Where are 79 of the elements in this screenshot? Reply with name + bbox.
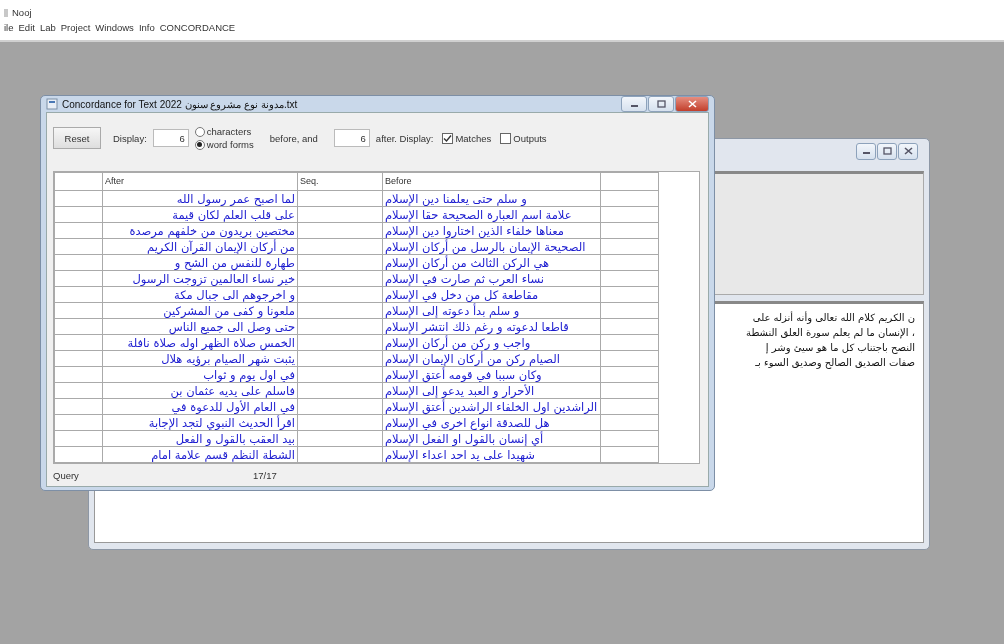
menu-item[interactable]: Edit (18, 22, 35, 33)
checkbox[interactable] (442, 132, 454, 144)
table-cell: و اخرجوهم الى جبال مكة (102, 286, 298, 303)
close-icon (902, 146, 914, 156)
check-icon (443, 133, 453, 143)
text-line: ن الكريم كلام الله تعالى وأنه أنزله على (752, 310, 915, 325)
after-label: after. Display: (375, 132, 434, 144)
table-cell: وكان سببا في قومه أعتق الإسلام (382, 366, 601, 383)
table-cell: قاطعا لدعوته و رغم ذلك انتشر الإسلام (382, 318, 601, 335)
close-button[interactable] (675, 96, 709, 112)
table-cell: لما اصبح عمر رسول الله (102, 190, 298, 207)
table-cell: على قلب العلم لكان قيمة (102, 206, 298, 223)
table-cell: هل للصدقة انواع اخرى في الإسلام (382, 414, 601, 431)
before-label: before, and (269, 132, 318, 144)
table-cell: معناها خلفاء الذين اختاروا دين الإسلام (382, 222, 601, 239)
status-label: Query (53, 469, 80, 481)
maximize-button[interactable] (648, 96, 674, 112)
table-cell: و سلم بدأ دعوته إلى الإسلام (382, 302, 601, 319)
radio-option[interactable]: characters (194, 126, 254, 137)
checkbox-option[interactable]: Outputs (500, 132, 547, 144)
column-header[interactable]: Seq. (297, 172, 383, 191)
window-icon (46, 98, 58, 110)
table-cell: الصحيحة الإيمان بالرسل من أركان الإسلام (382, 238, 601, 255)
table-cell: حتى وصل الى جميع الناس (102, 318, 298, 335)
display-label: Display: (113, 132, 147, 144)
menu-item[interactable]: Windows (95, 22, 134, 33)
table-cell: واجب و ركن من أركان الإسلام (382, 334, 601, 351)
table-cell: مقاطعة كل من دخل في الإسلام (382, 286, 601, 303)
table-cell: الراشدين اول الخلفاء الراشدين أعتق الإسلام (382, 398, 601, 415)
radio-button[interactable] (194, 126, 205, 137)
maximize-button[interactable] (877, 142, 897, 160)
table-cell: و سلم حتى يعلمنا دين الإسلام (382, 190, 601, 207)
before-count-field[interactable]: 6 (152, 129, 189, 147)
reset-button[interactable]: Reset (53, 127, 101, 149)
menu-item[interactable]: ile (4, 22, 14, 33)
app-title: Nooj (12, 7, 32, 18)
table-cell: مختصين بريدون من خلفهم مرصدة (102, 222, 298, 239)
column-header[interactable]: After (102, 172, 298, 191)
table-cell: طهارة للنفس من الشح و (102, 254, 298, 271)
table-cell: خير نساء العالمين تزوجت الرسول (102, 270, 298, 287)
table-cell: بيد العقب بالقول و الفعل (102, 430, 298, 447)
minimize-button[interactable] (856, 142, 876, 160)
menu-item[interactable]: Project (60, 22, 91, 33)
table-cell: يثبت شهر الصيام برؤيه هلال (102, 350, 298, 367)
table-cell: هي الركن الثالث من أركان الإسلام (382, 254, 601, 271)
table-cell: من أركان الإيمان القرآن الكريم (102, 238, 298, 255)
table-cell: الخمس صلاة الظهر اوله صلاة نافلة (102, 334, 298, 351)
checkbox-option[interactable]: Matches (442, 132, 492, 144)
table-cell: نساء العرب ثم صارت في الإسلام (382, 270, 601, 287)
close-icon (686, 99, 698, 109)
table-cell: الشطة النظم قسم علامة امام (102, 446, 298, 463)
maximize-icon (881, 146, 893, 156)
table-cell: ملعونا و كفى من المشركين (102, 302, 298, 319)
text-line: صفات الصديق الصالح وصديق السوء بـ (755, 356, 915, 370)
radio-button[interactable] (194, 139, 205, 150)
table-cell: أي إنسان بالقول او الفعل الإسلام (382, 430, 601, 447)
window-title: Concordance for Text 2022 مدونة نوع مشروع سنون.txt (62, 98, 299, 110)
radio-option[interactable]: word forms (194, 139, 254, 150)
table-cell: شهيدا على يد احد اعداء الإسلام (382, 446, 601, 463)
table-cell: فاسلم على يديه عثمان بن (102, 382, 298, 399)
maximize-icon (655, 99, 667, 109)
match-count: 17/17 (253, 469, 277, 481)
table-cell: علامة اسم العبارة الصحيحة حقا الإسلام (382, 206, 601, 223)
menu-item[interactable]: Lab (39, 22, 56, 33)
close-button[interactable] (898, 142, 918, 160)
menu-item[interactable]: CONCORDANCE (159, 22, 236, 33)
text-line: النصح باجتناب كل ما هو سيئ وشر إ (765, 341, 915, 355)
table-cell: الأحرار و العبد يدعو إلى الإسلام (382, 382, 601, 399)
table-cell: في العام الأول للدعوة في (102, 398, 298, 415)
minimize-button[interactable] (621, 96, 647, 112)
app-icon (4, 8, 8, 17)
after-count-field[interactable]: 6 (333, 129, 370, 147)
column-header[interactable]: Before (382, 172, 601, 191)
menu-item[interactable]: Info (138, 22, 155, 33)
checkbox[interactable] (500, 132, 512, 144)
table-cell: في اول يوم و ثواب (102, 366, 298, 383)
text-line: ، الإنسان ما لم يعلم سورة العلق النشطة (746, 326, 915, 340)
table-cell: اقرأ الحديث النبوي لتجد الإجابة (102, 414, 298, 431)
table-cell: الصيام ركن من أركان الإيمان الإسلام (382, 350, 601, 367)
